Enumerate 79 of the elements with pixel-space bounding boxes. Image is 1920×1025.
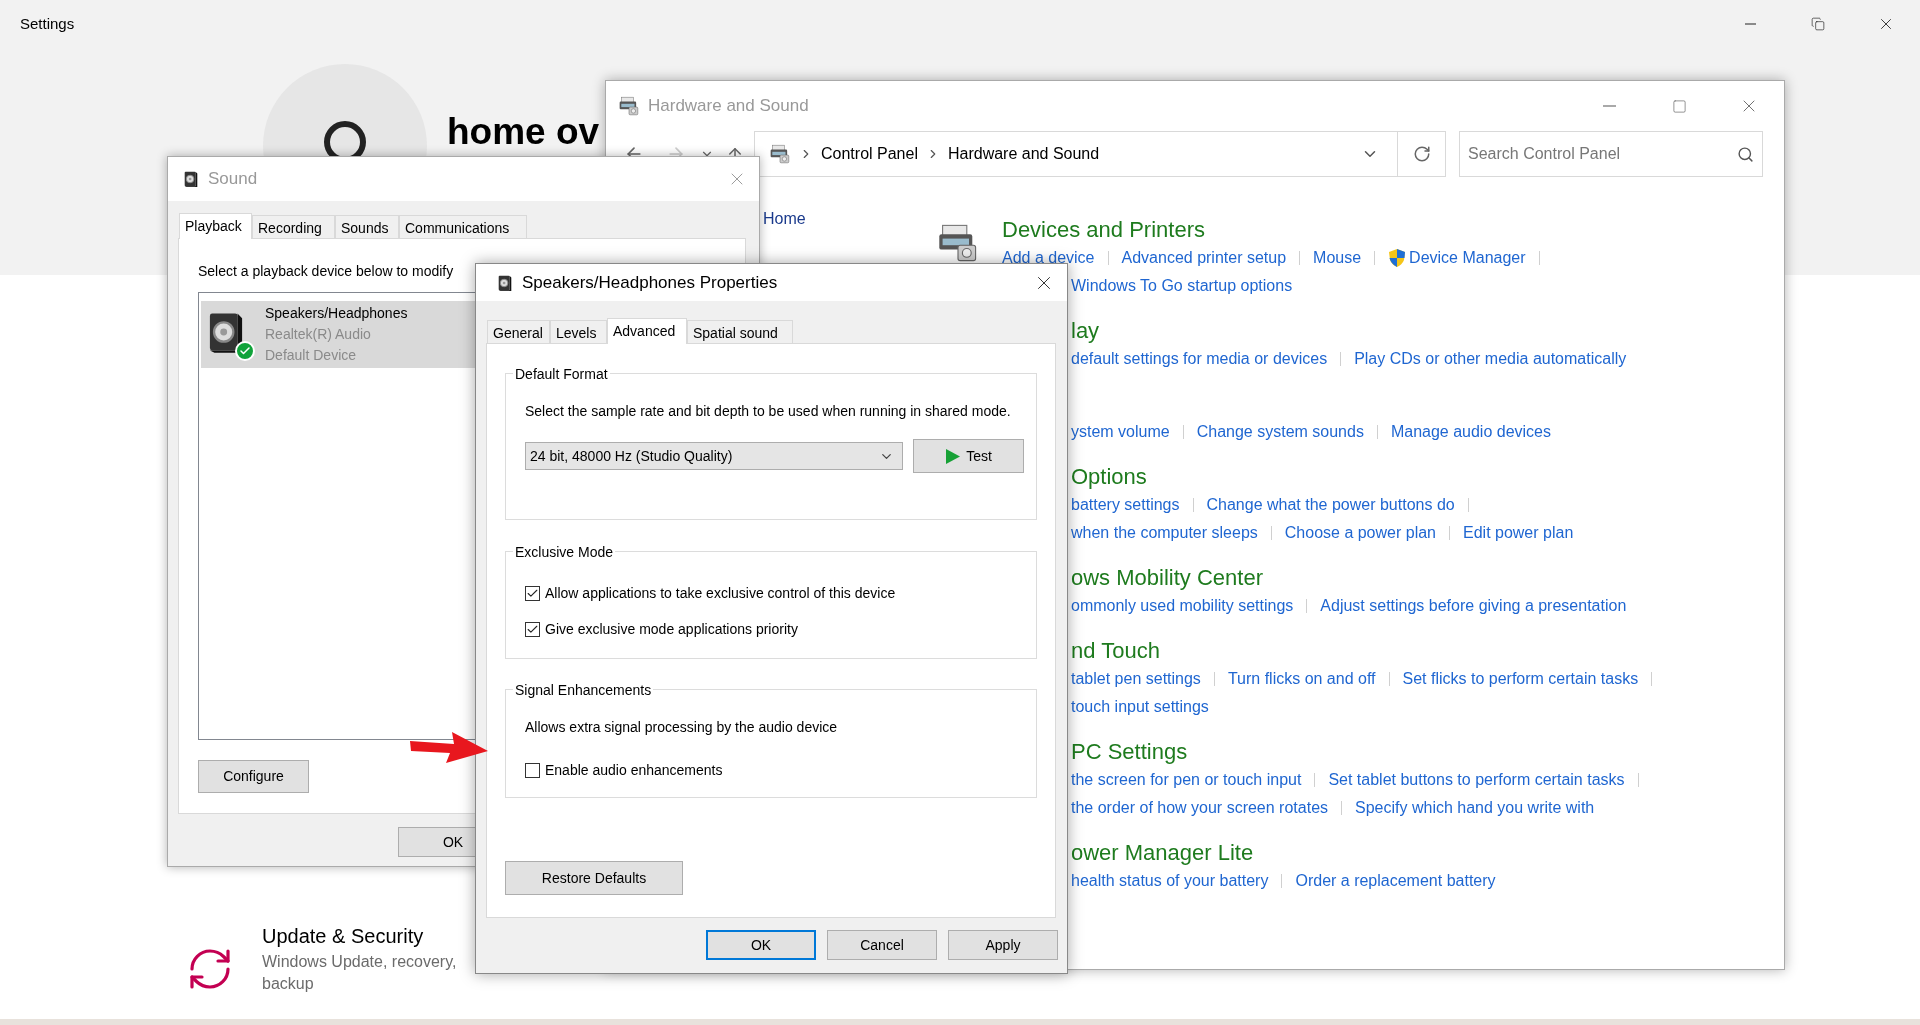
device-name: Speakers/Headphones bbox=[265, 304, 408, 323]
test-button[interactable]: Test bbox=[913, 439, 1024, 473]
link[interactable]: Change what the power buttons do bbox=[1206, 493, 1455, 517]
link[interactable]: Device Manager bbox=[1409, 246, 1526, 270]
checkbox[interactable] bbox=[525, 621, 540, 637]
dialog-tab[interactable]: Advanced bbox=[607, 318, 687, 344]
dialog-tab[interactable]: Recording bbox=[252, 215, 335, 238]
dialog-tab[interactable]: Spatial sound bbox=[687, 320, 793, 343]
search-field[interactable]: Search Control Panel bbox=[1459, 131, 1763, 177]
minimize-icon bbox=[1602, 105, 1616, 107]
checkbox-label[interactable]: Enable audio enhancements bbox=[545, 759, 723, 781]
link[interactable]: Change system sounds bbox=[1196, 420, 1364, 444]
checkbox[interactable] bbox=[525, 762, 540, 778]
link[interactable]: battery settings bbox=[1071, 493, 1180, 517]
link[interactable]: Adjust settings before giving a presentation bbox=[1320, 594, 1627, 618]
link[interactable]: health status of your battery bbox=[1071, 869, 1269, 893]
section-heading[interactable]: Options bbox=[1071, 459, 1147, 493]
dialog-button[interactable]: OK bbox=[706, 930, 816, 960]
control-panel-icon bbox=[618, 95, 640, 117]
dialog-tab[interactable]: General bbox=[487, 320, 550, 343]
section-heading[interactable]: Devices and Printers bbox=[1002, 212, 1205, 246]
breadcrumb-item[interactable]: Hardware and Sound bbox=[947, 142, 1100, 166]
speaker-icon bbox=[182, 170, 200, 188]
section-heading[interactable]: ower Manager Lite bbox=[1071, 835, 1254, 869]
link[interactable]: Manage audio devices bbox=[1390, 420, 1551, 444]
link[interactable]: Edit power plan bbox=[1463, 521, 1574, 545]
link[interactable]: Order a replacement battery bbox=[1295, 869, 1496, 893]
refresh-icon[interactable] bbox=[1412, 145, 1431, 163]
link[interactable]: when the computer sleeps bbox=[1071, 521, 1258, 545]
instruction-text: Select a playback device below to modify bbox=[198, 262, 454, 281]
play-icon bbox=[945, 447, 962, 465]
checkbox[interactable] bbox=[525, 585, 540, 601]
dialog-button[interactable]: Cancel bbox=[827, 930, 937, 960]
maximize-icon bbox=[1671, 98, 1687, 114]
link[interactable]: the screen for pen or touch input bbox=[1071, 768, 1302, 792]
dialog-button[interactable]: Configure bbox=[198, 760, 309, 793]
address-bar[interactable]: Control Panel Hardware and Sound bbox=[754, 131, 1446, 177]
dialog-tab[interactable]: Playback bbox=[179, 213, 252, 239]
link[interactable]: Windows To Go startup options bbox=[1071, 274, 1293, 298]
link[interactable]: Play CDs or other media automatically bbox=[1354, 347, 1627, 371]
dialog-title: Sound bbox=[208, 168, 258, 191]
dialog-tab[interactable]: Sounds bbox=[335, 215, 399, 238]
format-dropdown[interactable]: 24 bit, 48000 Hz (Studio Quality) bbox=[525, 442, 903, 470]
window-title: Hardware and Sound bbox=[648, 95, 809, 118]
restore-icon bbox=[1811, 17, 1825, 31]
dialog-tab[interactable]: Communications bbox=[399, 215, 527, 238]
sidebar-link[interactable]: Home bbox=[763, 207, 936, 231]
link[interactable]: Specify which hand you write with bbox=[1355, 796, 1595, 820]
link[interactable]: Set tablet buttons to perform certain tasks bbox=[1328, 768, 1625, 792]
device-driver: Realtek(R) Audio bbox=[265, 325, 372, 344]
control-panel-icon bbox=[769, 143, 791, 165]
link[interactable]: Mouse bbox=[1313, 246, 1362, 270]
minimize-icon bbox=[1744, 23, 1756, 25]
link[interactable]: Set flicks to perform certain tasks bbox=[1402, 667, 1639, 691]
dialog-title: Speakers/Headphones Properties bbox=[522, 271, 778, 294]
search-icon bbox=[1737, 145, 1754, 163]
link[interactable]: tablet pen settings bbox=[1071, 667, 1201, 691]
link[interactable]: Turn flicks on and off bbox=[1227, 667, 1376, 691]
device-status: Default Device bbox=[265, 346, 358, 365]
dialog-button[interactable]: Apply bbox=[948, 930, 1058, 960]
dialog-button[interactable]: Restore Defaults bbox=[505, 861, 683, 895]
app-title: Settings bbox=[20, 13, 75, 34]
link[interactable]: Choose a power plan bbox=[1284, 521, 1436, 545]
link[interactable]: ystem volume bbox=[1071, 420, 1170, 444]
link[interactable]: Advanced printer setup bbox=[1121, 246, 1287, 270]
link[interactable]: ommonly used mobility settings bbox=[1071, 594, 1294, 618]
section-heading[interactable]: lay bbox=[1071, 313, 1100, 347]
speaker-icon bbox=[496, 273, 514, 292]
shield-icon bbox=[1388, 248, 1407, 268]
breadcrumb-item[interactable]: Control Panel bbox=[821, 142, 918, 166]
section-heading[interactable]: PC Settings bbox=[1071, 734, 1188, 768]
link[interactable]: the order of how your screen rotates bbox=[1071, 796, 1329, 820]
link[interactable]: default settings for media or devices bbox=[1071, 347, 1328, 371]
link[interactable]: touch input settings bbox=[1071, 695, 1209, 719]
user-name: home ov bbox=[447, 110, 600, 155]
section-heading[interactable]: ows Mobility Center bbox=[1071, 560, 1263, 594]
category-description: Windows Update, recovery, backup bbox=[262, 952, 458, 994]
section-heading[interactable]: nd Touch bbox=[1071, 633, 1160, 667]
dialog-tab[interactable]: Levels bbox=[550, 320, 607, 343]
